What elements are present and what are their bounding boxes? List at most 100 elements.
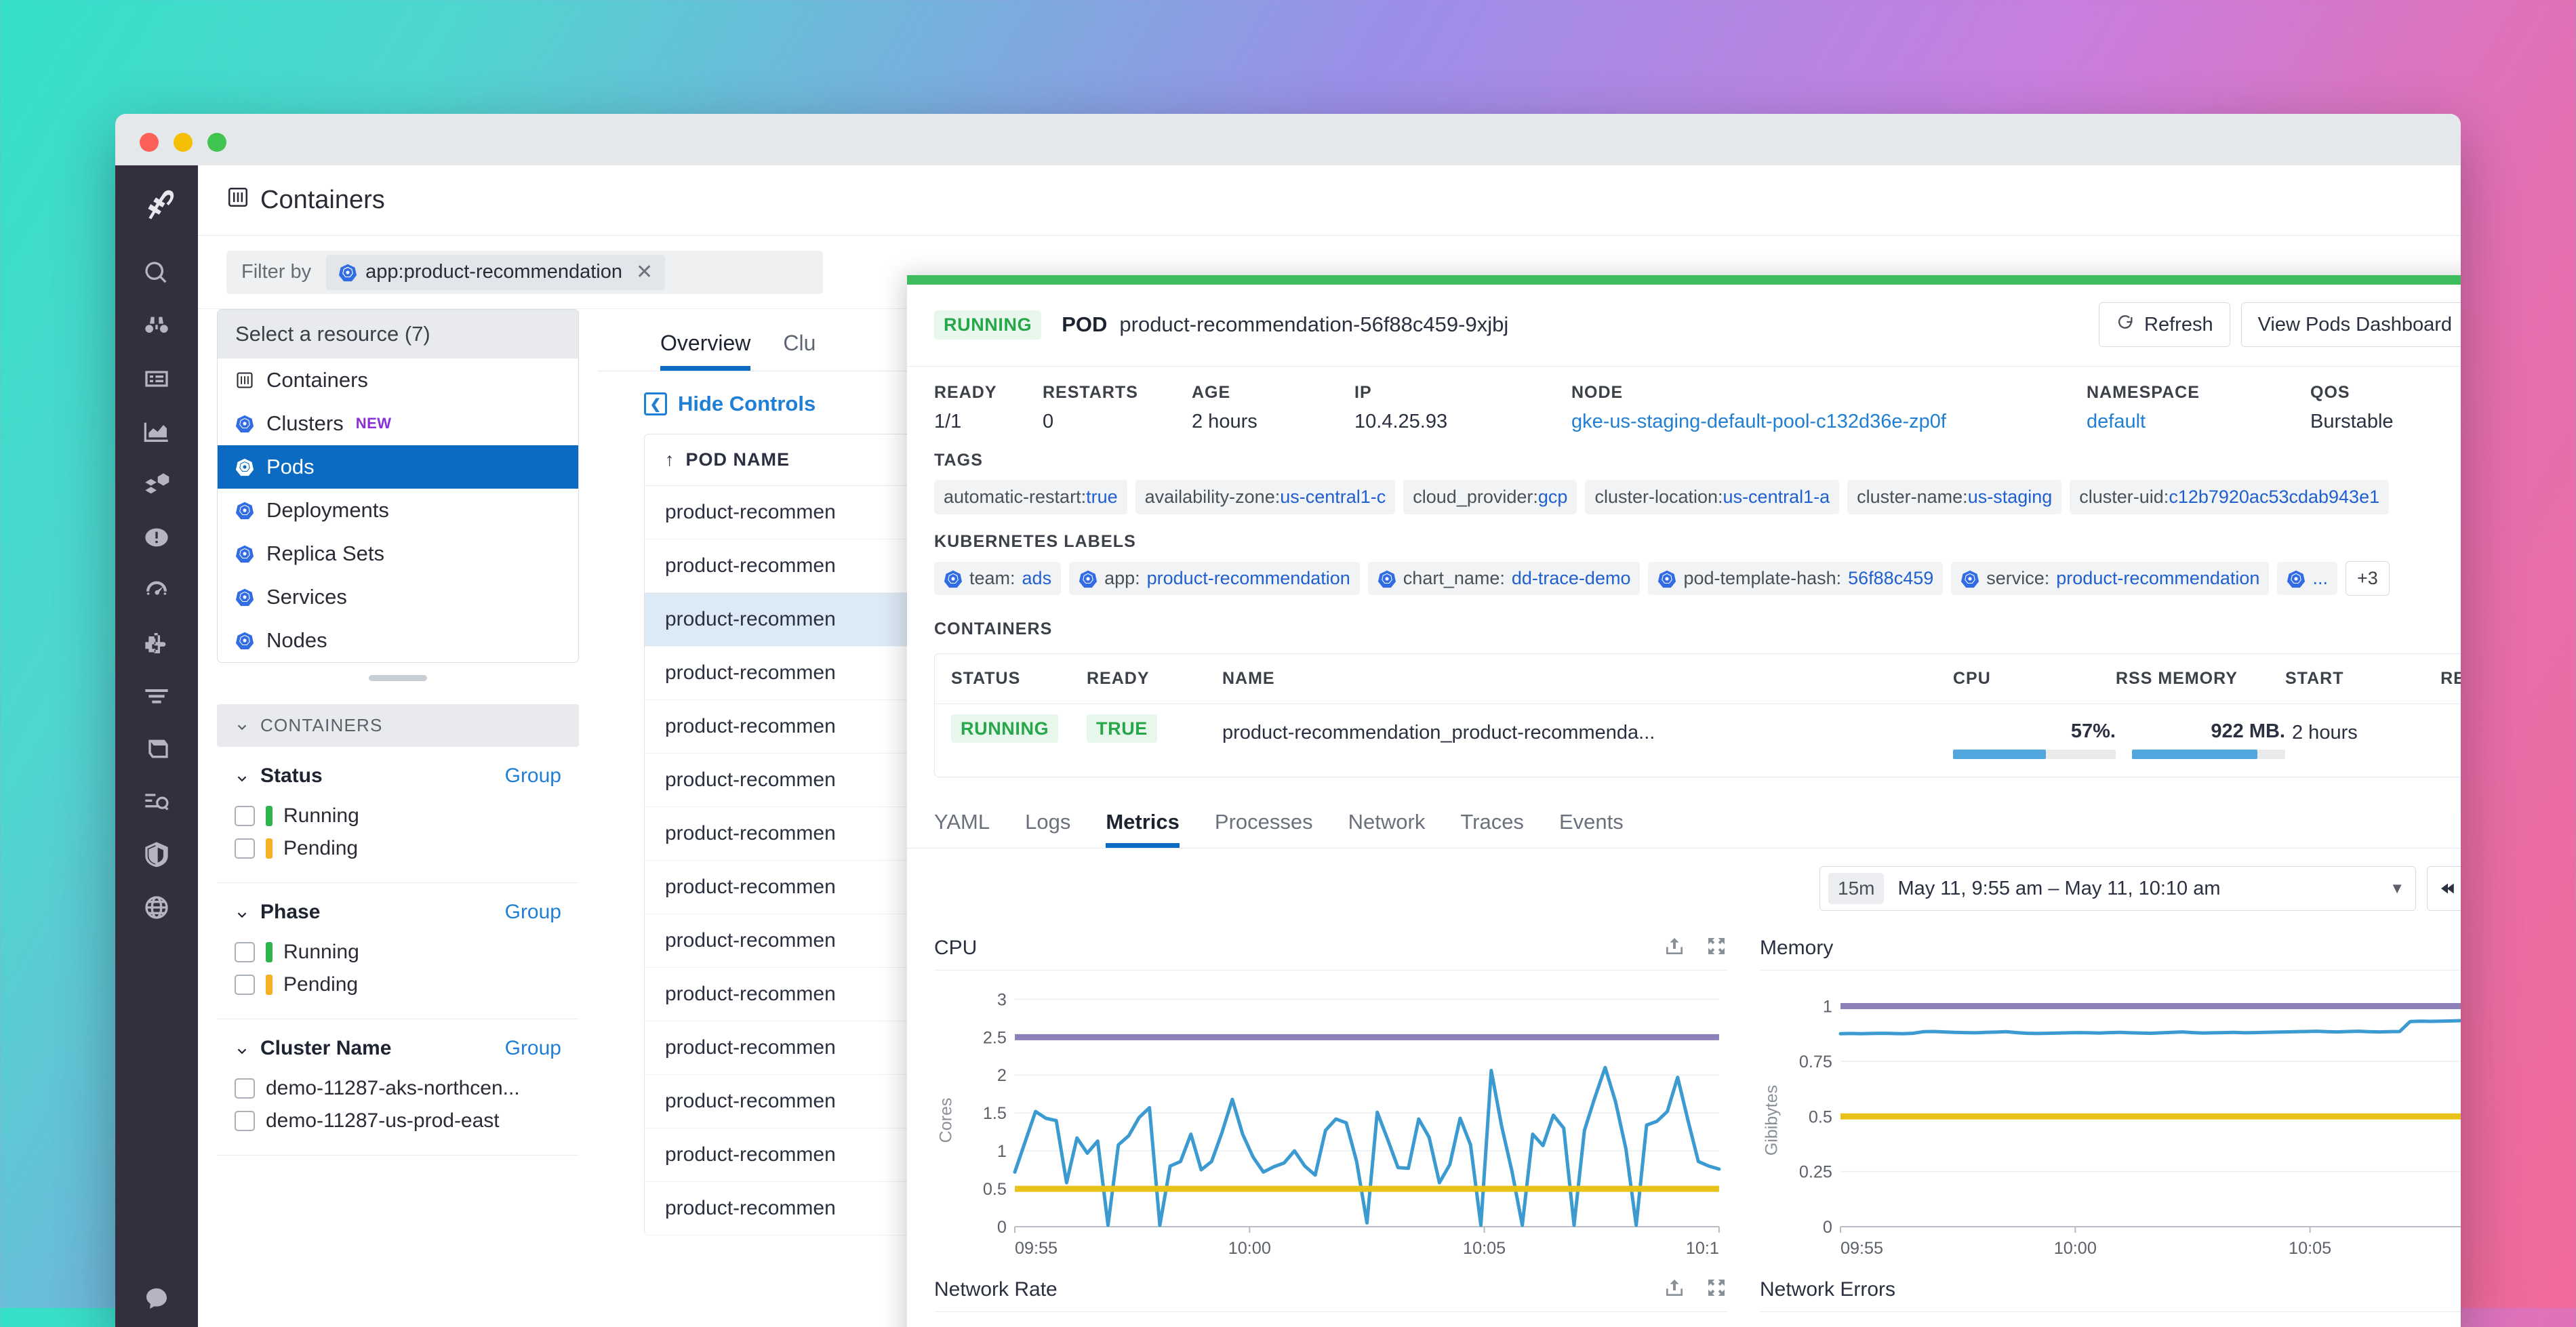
- performance-gauge-icon[interactable]: [115, 564, 198, 617]
- facet-option[interactable]: Pending: [224, 832, 572, 865]
- resource-item-replica-sets[interactable]: Replica Sets: [218, 532, 578, 575]
- meta-value: 1/1: [934, 411, 962, 432]
- container-ready: TRUE: [1087, 714, 1222, 743]
- subtab-network[interactable]: Network: [1331, 795, 1443, 848]
- label-chip[interactable]: team: ads: [934, 562, 1062, 595]
- expand-icon[interactable]: [1706, 1277, 1727, 1302]
- filter-chip[interactable]: app:product-recommendation ✕: [326, 254, 666, 290]
- facet-group-link[interactable]: Group: [505, 901, 561, 924]
- memory-plot[interactable]: Gibibytes 00.250.50.75109:5510:0010:0510…: [1760, 975, 2461, 1266]
- expand-icon[interactable]: [1706, 935, 1727, 960]
- facet-option-label: Running: [283, 804, 359, 827]
- cpu-plot[interactable]: Cores 0 0.5 1 1.5 2 2.5 3 09:55 10:00 10:05 10:1: [934, 975, 1727, 1266]
- facet-option[interactable]: Pending: [224, 968, 572, 1001]
- horizontal-scrollbar[interactable]: [369, 675, 427, 681]
- facet-group-link[interactable]: Group: [505, 1037, 561, 1060]
- facet-section-header[interactable]: CONTAINERS: [217, 704, 579, 747]
- label-chip[interactable]: service: product-recommendation: [1951, 562, 2270, 595]
- logs-filter-icon[interactable]: [115, 670, 198, 722]
- tag-chip[interactable]: cloud_provider:gcp: [1403, 480, 1577, 514]
- pod-meta-row: READY 1/1 RESTARTS 0 AGE 2 hours IP 10.4.25.93 N…: [907, 366, 2461, 433]
- resource-item-services[interactable]: Services: [218, 575, 578, 619]
- facet-group-title[interactable]: Status Group: [224, 764, 572, 800]
- facet-checkbox[interactable]: [235, 1111, 255, 1131]
- facet-option[interactable]: Running: [224, 800, 572, 832]
- labels-more-button[interactable]: +3: [2345, 561, 2390, 596]
- view-pods-dashboard-button[interactable]: View Pods Dashboard: [2240, 302, 2461, 347]
- chevron-down-icon[interactable]: ▼: [2390, 880, 2404, 897]
- col-start: START: [2285, 669, 2344, 688]
- svg-text:1: 1: [1823, 998, 1832, 1017]
- facet-checkbox[interactable]: [235, 1078, 255, 1099]
- facet-group-link[interactable]: Group: [505, 764, 561, 788]
- tag-chip[interactable]: cluster-uid:c12b7920ac53cdab943e1: [2070, 480, 2390, 514]
- controls-column: Select a resource (7) Containers Clusters…: [198, 309, 598, 1327]
- facet-checkbox[interactable]: [235, 942, 255, 962]
- subtab-logs[interactable]: Logs: [1007, 795, 1088, 848]
- pods-column-header-label: POD NAME: [685, 449, 790, 470]
- network-rate-body: [934, 1311, 1727, 1327]
- window-close-button[interactable]: [140, 133, 159, 152]
- facet-option[interactable]: demo-11287-us-prod-east: [224, 1105, 572, 1137]
- security-shield-icon[interactable]: [115, 828, 198, 881]
- memory-graph-body: Gibibytes 00.250.50.75109:5510:0010:0510…: [1760, 970, 2461, 1266]
- help-chat-icon[interactable]: [115, 1285, 198, 1312]
- facet-option[interactable]: demo-11287-aks-northcen...: [224, 1072, 572, 1105]
- close-icon[interactable]: ✕: [636, 260, 653, 284]
- resource-item-containers[interactable]: Containers: [218, 359, 578, 402]
- label-chip[interactable]: chart_name: dd-trace-demo: [1367, 562, 1641, 595]
- meta-value[interactable]: default: [2087, 411, 2310, 433]
- facet-checkbox[interactable]: [235, 975, 255, 995]
- tag-chip[interactable]: availability-zone:us-central1-c: [1135, 480, 1396, 514]
- subtab-events[interactable]: Events: [1542, 795, 1641, 848]
- tags-label: TAGS: [934, 451, 983, 470]
- label-chip[interactable]: app: product-recommendation: [1069, 562, 1360, 595]
- facet-checkbox[interactable]: [235, 806, 255, 826]
- containers-icon: [235, 371, 254, 390]
- containers-table-row[interactable]: RUNNING TRUE product-recommendation_prod…: [935, 704, 2461, 777]
- events-list-icon[interactable]: [115, 352, 198, 405]
- meta-value[interactable]: gke-us-staging-default-pool-c132d36e-zp0…: [1571, 411, 2087, 433]
- rewind-icon[interactable]: [2427, 866, 2461, 911]
- resource-item-nodes[interactable]: Nodes: [218, 619, 578, 662]
- label-chip[interactable]: pod-template-hash: 56f88c459: [1648, 562, 1944, 595]
- tag-chip[interactable]: cluster-name:us-staging: [1847, 480, 2062, 514]
- share-icon[interactable]: [1664, 935, 1685, 960]
- time-nav-group: [2427, 866, 2461, 911]
- resource-item-pods[interactable]: Pods: [218, 445, 578, 489]
- col-ready: READY: [1087, 669, 1150, 688]
- facet-group-title[interactable]: Phase Group: [224, 901, 572, 936]
- subtab-processes[interactable]: Processes: [1197, 795, 1331, 848]
- facet-option[interactable]: Running: [224, 936, 572, 968]
- resource-item-deployments[interactable]: Deployments: [218, 489, 578, 532]
- tab-overview[interactable]: Overview: [644, 331, 767, 371]
- share-icon[interactable]: [1664, 1277, 1685, 1302]
- time-range-selector[interactable]: 15m May 11, 9:55 am – May 11, 10:10 am ▼: [1819, 866, 2416, 911]
- subtab-yaml[interactable]: YAML: [934, 795, 1007, 848]
- label-chip[interactable]: ...: [2277, 562, 2337, 595]
- window-maximize-button[interactable]: [207, 133, 226, 152]
- subtab-metrics[interactable]: Metrics: [1088, 795, 1197, 848]
- container-memory-value: 922 MB.: [2211, 720, 2285, 742]
- monitors-alert-icon[interactable]: [115, 511, 198, 564]
- search-icon[interactable]: [115, 247, 198, 300]
- tab-clu[interactable]: Clu: [767, 331, 832, 371]
- profiler-search-icon[interactable]: [115, 775, 198, 828]
- tag-chip[interactable]: cluster-location:us-central1-a: [1585, 480, 1840, 514]
- filter-input[interactable]: Filter by app:product-recommendation ✕: [226, 250, 823, 294]
- facet-group-title[interactable]: Cluster Name Group: [224, 1037, 572, 1072]
- notebooks-icon[interactable]: [115, 722, 198, 775]
- integrations-puzzle-icon[interactable]: [115, 617, 198, 670]
- refresh-button[interactable]: Refresh: [2099, 302, 2230, 347]
- watchdog-binoculars-icon[interactable]: [115, 300, 198, 352]
- facet-checkbox[interactable]: [235, 838, 255, 859]
- apm-services-icon[interactable]: [115, 458, 198, 511]
- dashboards-icon[interactable]: [115, 405, 198, 458]
- subtab-traces[interactable]: Traces: [1443, 795, 1542, 848]
- tag-chip[interactable]: automatic-restart:true: [934, 480, 1127, 514]
- datadog-logo[interactable]: [115, 165, 198, 247]
- window-minimize-button[interactable]: [174, 133, 193, 152]
- resource-item-clusters[interactable]: Clusters NEW: [218, 402, 578, 445]
- network-globe-icon[interactable]: [115, 881, 198, 934]
- svg-text:2.5: 2.5: [983, 1028, 1007, 1047]
